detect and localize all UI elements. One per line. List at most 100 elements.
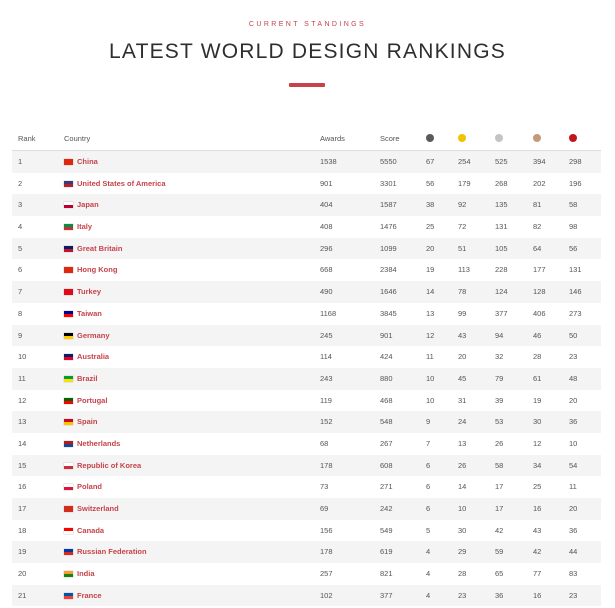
medal-count-cell: 98 xyxy=(569,222,578,232)
column-header-bronze-medal[interactable] xyxy=(533,128,541,150)
country-cell: Spain xyxy=(64,411,97,433)
country-link[interactable]: Republic of Korea xyxy=(77,461,141,470)
medal-count-cell: 83 xyxy=(569,569,578,579)
column-header-score[interactable]: Score xyxy=(380,128,400,150)
medal-count-cell: 6 xyxy=(426,460,431,470)
country-cell: Switzerland xyxy=(64,498,119,520)
column-header-awards[interactable]: Awards xyxy=(320,128,345,150)
table-row: 2 United States of America 901 3301 56 179 268… xyxy=(12,173,601,195)
medal-count-cell: 61 xyxy=(533,373,542,383)
score-cell: 267 xyxy=(380,438,393,448)
rank-cell: 20 xyxy=(18,569,27,579)
country-link[interactable]: France xyxy=(77,591,102,600)
country-cell: Portugal xyxy=(64,390,107,412)
score-cell: 880 xyxy=(380,373,393,383)
column-header-rank[interactable]: Rank xyxy=(18,128,36,150)
table-row: 14 Netherlands 68 267 7 13 26 12 10 xyxy=(12,433,601,455)
flag-icon xyxy=(64,354,73,361)
medal-count-cell: 30 xyxy=(533,417,542,427)
rank-cell: 8 xyxy=(18,308,23,318)
medal-count-cell: 24 xyxy=(458,417,467,427)
country-link[interactable]: Taiwan xyxy=(77,309,102,318)
awards-cell: 178 xyxy=(320,547,333,557)
country-link[interactable]: Switzerland xyxy=(77,504,119,513)
score-cell: 1587 xyxy=(380,200,397,210)
column-header-red-medal[interactable] xyxy=(569,128,577,150)
country-cell: Brazil xyxy=(64,368,97,390)
medal-count-cell: 10 xyxy=(426,395,435,405)
awards-cell: 668 xyxy=(320,265,333,275)
flag-icon xyxy=(64,375,73,382)
score-cell: 1646 xyxy=(380,287,397,297)
awards-cell: 1538 xyxy=(320,157,337,166)
medal-count-cell: 31 xyxy=(458,395,467,405)
medal-count-cell: 82 xyxy=(533,222,542,232)
awards-cell: 1168 xyxy=(320,308,337,318)
table-row: 9 Germany 245 901 12 43 94 46 50 xyxy=(12,324,601,347)
rank-cell: 18 xyxy=(18,525,27,535)
country-link[interactable]: Spain xyxy=(77,417,97,426)
country-link[interactable]: Canada xyxy=(77,526,104,535)
medal-count-cell: 16 xyxy=(533,590,542,600)
country-cell: United States of America xyxy=(64,173,166,195)
rank-cell: 3 xyxy=(18,200,23,210)
medal-count-cell: 146 xyxy=(569,287,582,297)
flag-icon xyxy=(64,484,73,491)
country-link[interactable]: United States of America xyxy=(77,179,166,188)
awards-cell: 102 xyxy=(320,590,333,600)
medal-count-cell: 131 xyxy=(495,222,508,232)
flag-icon xyxy=(64,549,73,556)
country-link[interactable]: Netherlands xyxy=(77,439,120,448)
column-header-gold-medal[interactable] xyxy=(458,128,466,150)
medal-count-cell: 44 xyxy=(569,547,578,557)
country-cell: France xyxy=(64,585,102,607)
flag-icon xyxy=(64,571,73,578)
medal-count-cell: 131 xyxy=(569,265,582,275)
medal-count-cell: 10 xyxy=(569,438,578,448)
flag-icon xyxy=(64,440,73,447)
country-link[interactable]: Germany xyxy=(77,331,110,340)
rank-cell: 16 xyxy=(18,482,27,492)
awards-cell: 156 xyxy=(320,525,333,535)
rank-cell: 21 xyxy=(18,590,27,600)
page-title: LATEST WORLD DESIGN RANKINGS xyxy=(109,40,506,63)
country-link[interactable]: Russian Federation xyxy=(77,547,147,556)
flag-icon xyxy=(64,159,73,165)
rank-cell: 12 xyxy=(18,395,27,405)
country-link[interactable]: Turkey xyxy=(77,287,101,296)
country-link[interactable]: Hong Kong xyxy=(77,265,117,274)
medal-count-cell: 56 xyxy=(426,178,435,188)
flag-icon xyxy=(64,332,73,339)
country-link[interactable]: Portugal xyxy=(77,396,107,405)
country-link[interactable]: China xyxy=(77,157,98,166)
awards-cell: 243 xyxy=(320,373,333,383)
medal-count-cell: 43 xyxy=(533,525,542,535)
country-link[interactable]: Japan xyxy=(77,200,99,209)
column-header-silver-medal[interactable] xyxy=(495,128,503,150)
awards-cell: 114 xyxy=(320,352,332,362)
title-underline xyxy=(289,83,325,87)
country-link[interactable]: India xyxy=(77,569,95,578)
country-link[interactable]: Brazil xyxy=(77,374,97,383)
country-link[interactable]: Italy xyxy=(77,222,92,231)
medal-count-cell: 394 xyxy=(533,157,546,166)
country-link[interactable]: Australia xyxy=(77,352,109,361)
medal-count-cell: 81 xyxy=(533,200,542,210)
column-header-country[interactable]: Country xyxy=(64,128,90,150)
medal-count-cell: 20 xyxy=(569,395,578,405)
medal-count-cell: 67 xyxy=(426,157,435,166)
column-header-black-medal[interactable] xyxy=(426,128,434,150)
red-medal-icon xyxy=(569,134,577,142)
rank-cell: 1 xyxy=(18,157,23,166)
rank-cell: 19 xyxy=(18,547,27,557)
awards-cell: 408 xyxy=(320,222,333,232)
score-cell: 424 xyxy=(380,352,393,362)
medal-count-cell: 6 xyxy=(426,482,431,492)
medal-count-cell: 19 xyxy=(533,395,542,405)
medal-count-cell: 23 xyxy=(458,590,467,600)
country-link[interactable]: Poland xyxy=(77,482,102,491)
awards-cell: 257 xyxy=(320,569,333,579)
country-link[interactable]: Great Britain xyxy=(77,244,122,253)
medal-count-cell: 10 xyxy=(426,373,435,383)
score-cell: 548 xyxy=(380,417,393,427)
